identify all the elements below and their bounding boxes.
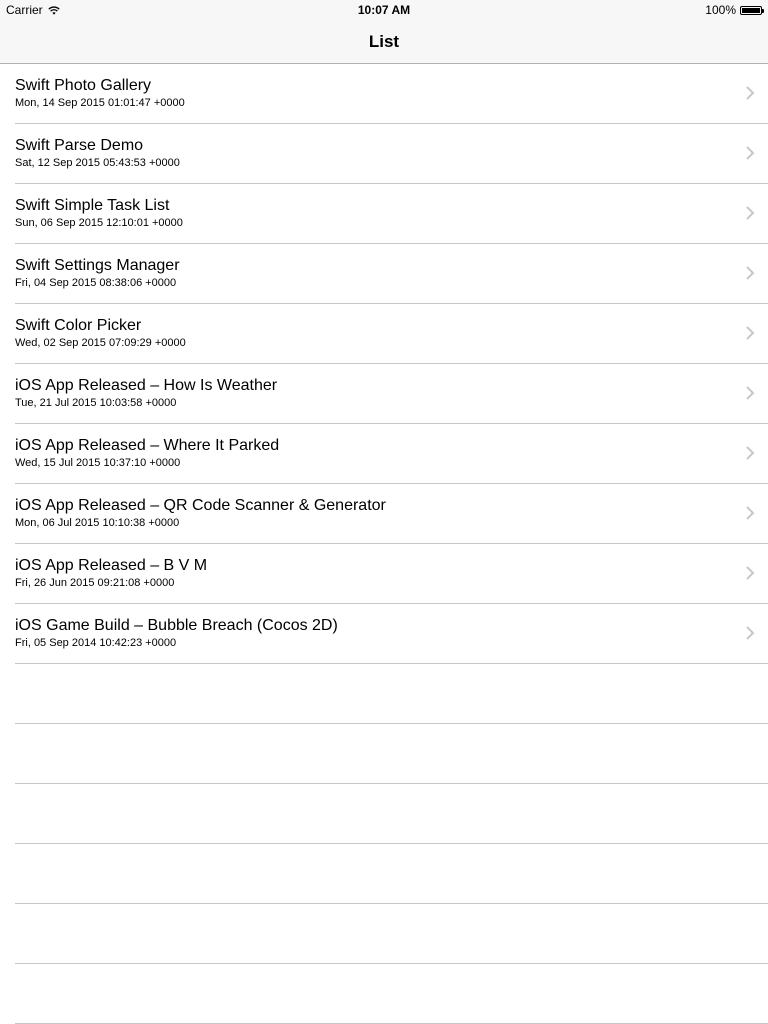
list-item-title: iOS App Released – B V M — [15, 557, 208, 574]
list-item[interactable]: iOS App Released – B V M Fri, 26 Jun 2015… — [15, 544, 768, 604]
empty-row — [15, 724, 768, 784]
status-time: 10:07 AM — [357, 3, 411, 17]
empty-row — [15, 664, 768, 724]
empty-rows — [0, 664, 768, 1024]
empty-row — [15, 904, 768, 964]
battery-icon — [740, 5, 764, 15]
list-item-date: Mon, 14 Sep 2015 01:01:47 +0000 — [15, 97, 185, 109]
list-item-date: Wed, 15 Jul 2015 10:37:10 +0000 — [15, 457, 181, 469]
table-view[interactable]: Swift Photo Gallery Mon, 14 Sep 2015 01:0… — [0, 64, 768, 1024]
status-right: 100% — [705, 3, 764, 17]
empty-row — [15, 844, 768, 904]
list-item-title: Swift Simple Task List — [15, 197, 170, 214]
list-item-date: Sat, 12 Sep 2015 05:43:53 +0000 — [15, 157, 180, 169]
chevron-right-icon — [746, 386, 755, 400]
page-title: List — [368, 32, 400, 51]
list-item[interactable]: iOS App Released – QR Code Scanner & Gen… — [15, 484, 768, 544]
chevron-right-icon — [746, 506, 755, 520]
chevron-right-icon — [746, 326, 755, 340]
list-item-date: Fri, 04 Sep 2015 08:38:06 +0000 — [15, 277, 177, 289]
list-item-title: iOS App Released – How Is Weather — [15, 377, 278, 394]
chevron-right-icon — [746, 266, 755, 280]
list-item[interactable]: Swift Photo Gallery Mon, 14 Sep 2015 01:0… — [15, 64, 768, 124]
list-item-title: iOS App Released – Where It Parked — [15, 437, 280, 454]
list-item-title: Swift Settings Manager — [15, 257, 180, 274]
chevron-right-icon — [746, 206, 755, 220]
list-item-date: Fri, 05 Sep 2014 10:42:23 +0000 — [15, 637, 177, 649]
chevron-right-icon — [746, 86, 755, 100]
chevron-right-icon — [746, 566, 755, 580]
list-item[interactable]: Swift Settings Manager Fri, 04 Sep 2015 0… — [15, 244, 768, 304]
list-item-title: iOS App Released – QR Code Scanner & Gen… — [15, 497, 386, 514]
list-item-title: Swift Color Picker — [15, 317, 142, 334]
chevron-right-icon — [746, 146, 755, 160]
chevron-right-icon — [746, 626, 755, 640]
list-item[interactable]: iOS App Released – How Is Weather Tue, 21… — [15, 364, 768, 424]
list-item-date: Sun, 06 Sep 2015 12:10:01 +0000 — [15, 217, 183, 229]
list-rows: Swift Photo Gallery Mon, 14 Sep 2015 01:0… — [0, 64, 768, 664]
list-item-date: Mon, 06 Jul 2015 10:10:38 +0000 — [15, 517, 180, 529]
list-item[interactable]: Swift Parse Demo Sat, 12 Sep 2015 05:43:5… — [15, 124, 768, 184]
battery-fill — [742, 7, 760, 13]
list-item[interactable]: iOS Game Build – Bubble Breach (Cocos 2D… — [15, 604, 768, 664]
empty-row — [15, 964, 768, 1024]
battery-percent: 100% — [705, 3, 736, 17]
navigation-bar: List — [0, 20, 768, 64]
list-item[interactable]: iOS App Released – Where It Parked Wed, 1… — [15, 424, 768, 484]
status-bar: Carrier 10:07 AM 100% — [0, 0, 768, 20]
list-item-title: Swift Parse Demo — [15, 137, 144, 154]
chevron-right-icon — [746, 446, 755, 460]
list-item[interactable]: Swift Simple Task List Sun, 06 Sep 2015 1… — [15, 184, 768, 244]
list-item-title: iOS Game Build – Bubble Breach (Cocos 2D… — [15, 617, 338, 634]
battery-tip — [762, 8, 764, 13]
list-item-date: Fri, 26 Jun 2015 09:21:08 +0000 — [15, 577, 175, 589]
list-item-title: Swift Photo Gallery — [15, 77, 152, 94]
list-item-date: Wed, 02 Sep 2015 07:09:29 +0000 — [15, 337, 186, 349]
list-item[interactable]: Swift Color Picker Wed, 02 Sep 2015 07:09… — [15, 304, 768, 364]
list-item-date: Tue, 21 Jul 2015 10:03:58 +0000 — [15, 397, 177, 409]
empty-row — [15, 784, 768, 844]
